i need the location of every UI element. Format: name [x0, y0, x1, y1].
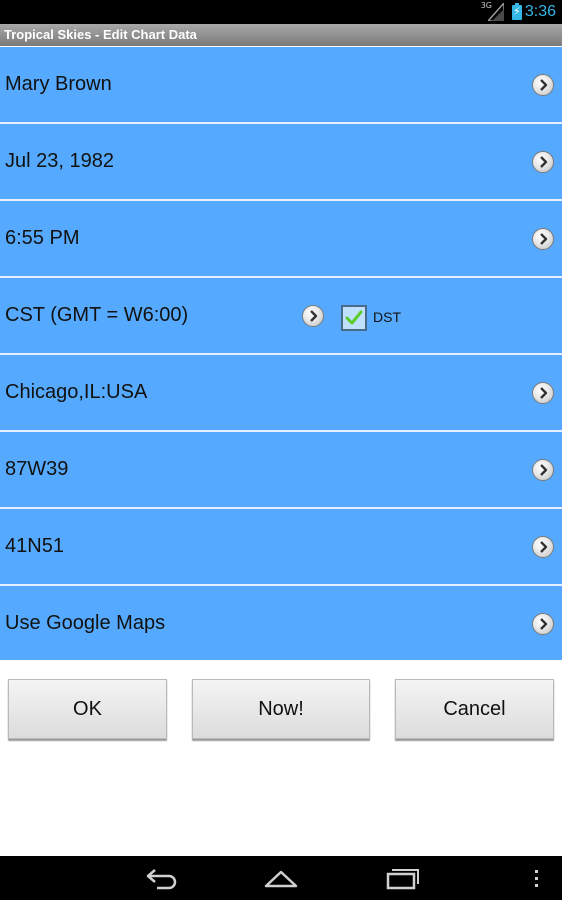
- time-value: 6:55 PM: [5, 227, 80, 249]
- chevron-right-icon[interactable]: [532, 74, 554, 96]
- row-latitude[interactable]: 41N51: [0, 509, 562, 586]
- status-time: 3:36: [524, 3, 556, 20]
- timezone-value: CST (GMT = W6:00): [5, 304, 189, 326]
- chevron-right-icon[interactable]: [532, 382, 554, 404]
- chart-data-list: Mary Brown Jul 23, 1982 6:55 PM CST (GMT…: [0, 47, 562, 661]
- row-location[interactable]: Chicago,IL:USA: [0, 355, 562, 432]
- date-value: Jul 23, 1982: [5, 150, 114, 172]
- row-longitude[interactable]: 87W39: [0, 432, 562, 509]
- checkmark-icon: [345, 310, 363, 325]
- status-bar: 3G ⚡ 3:36: [0, 0, 562, 24]
- row-timezone[interactable]: CST (GMT = W6:00) DST: [0, 278, 562, 355]
- back-icon[interactable]: [145, 866, 179, 890]
- signal-icon: [488, 3, 504, 21]
- row-google-maps[interactable]: Use Google Maps: [0, 586, 562, 661]
- chevron-right-icon[interactable]: [532, 228, 554, 250]
- button-area: OK Now! Cancel: [0, 660, 562, 856]
- chevron-right-icon[interactable]: [302, 305, 324, 327]
- location-value: Chicago,IL:USA: [5, 381, 148, 403]
- chevron-right-icon[interactable]: [532, 613, 554, 635]
- title-bar: Tropical Skies - Edit Chart Data: [0, 24, 562, 46]
- row-name[interactable]: Mary Brown: [0, 47, 562, 124]
- battery-charging-icon: ⚡: [512, 3, 522, 20]
- name-value: Mary Brown: [5, 73, 112, 95]
- chevron-right-icon[interactable]: [532, 536, 554, 558]
- longitude-value: 87W39: [5, 458, 69, 480]
- screen: 3G ⚡ 3:36 Tropical Skies - Edit Chart Da…: [0, 0, 562, 900]
- now-button[interactable]: Now!: [192, 679, 370, 739]
- overflow-menu-icon[interactable]: [533, 866, 541, 890]
- row-date[interactable]: Jul 23, 1982: [0, 124, 562, 201]
- row-time[interactable]: 6:55 PM: [0, 201, 562, 278]
- navigation-bar: [0, 856, 562, 900]
- latitude-value: 41N51: [5, 535, 64, 557]
- dst-checkbox[interactable]: [341, 305, 367, 331]
- chevron-right-icon[interactable]: [532, 459, 554, 481]
- cancel-button[interactable]: Cancel: [395, 679, 554, 739]
- ok-button[interactable]: OK: [8, 679, 167, 739]
- chevron-right-icon[interactable]: [532, 151, 554, 173]
- home-icon[interactable]: [263, 866, 299, 890]
- google-maps-label: Use Google Maps: [5, 612, 166, 634]
- page-title: Tropical Skies - Edit Chart Data: [4, 27, 197, 42]
- recent-apps-icon[interactable]: [384, 866, 420, 890]
- dst-label: DST: [373, 309, 401, 325]
